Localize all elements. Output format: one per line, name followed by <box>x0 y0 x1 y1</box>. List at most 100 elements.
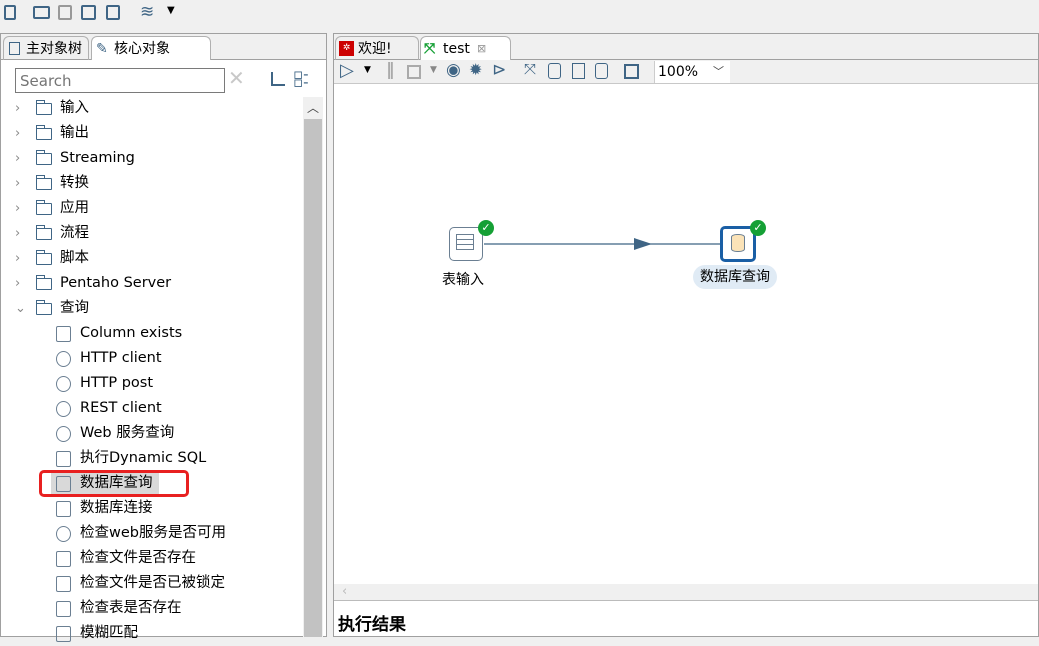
step-table-input[interactable] <box>449 227 483 261</box>
horizontal-scrollbar[interactable]: ‹ <box>334 584 1038 601</box>
chevron-right-icon[interactable]: › <box>15 146 25 171</box>
debug-icon[interactable]: ✹ <box>469 60 482 79</box>
chevron-down-icon[interactable]: ⌄ <box>15 296 26 321</box>
save-icon[interactable] <box>81 5 96 20</box>
stop-dropdown-icon[interactable]: ▼ <box>430 65 437 75</box>
chevron-right-icon[interactable]: › <box>15 196 25 221</box>
item-label: REST client <box>80 400 162 416</box>
tree-item[interactable]: 检查文件是否已被锁定 <box>1 571 301 596</box>
tree-item[interactable]: 检查文件是否存在 <box>1 546 301 571</box>
tree-item[interactable]: 模糊匹配 <box>1 621 301 646</box>
search-input[interactable] <box>15 68 225 93</box>
chevron-down-icon: ﹀ <box>713 65 724 78</box>
chevron-right-icon[interactable]: › <box>15 171 25 196</box>
explore-repository-icon[interactable] <box>58 5 72 20</box>
tab-core-objects[interactable]: ✎ 核心对象 <box>91 36 211 60</box>
folder-icon <box>35 100 52 115</box>
left-tabbar: 主对象树 ✎ 核心对象 <box>1 34 326 60</box>
item-label: Column exists <box>80 325 183 341</box>
item-label: HTTP client <box>80 350 162 366</box>
folder-icon <box>35 275 52 290</box>
tree-item[interactable]: REST client <box>1 396 301 421</box>
item-label: 模糊匹配 <box>80 625 138 641</box>
tab-label: 主对象树 <box>26 41 82 57</box>
clear-search-icon[interactable]: ✕ <box>228 66 245 90</box>
item-label: HTTP post <box>80 375 154 391</box>
verify-icon[interactable]: ⤧ <box>524 60 536 78</box>
folder-label: 转换 <box>60 175 89 191</box>
scrollbar-thumb[interactable] <box>304 119 322 637</box>
globe-check-icon <box>56 526 71 542</box>
run-icon[interactable]: ▷ <box>340 60 354 81</box>
tree-item[interactable]: 数据库连接 <box>1 496 301 521</box>
collapse-all-icon[interactable] <box>271 72 285 86</box>
get-sql-icon[interactable] <box>572 63 585 79</box>
tree-folder[interactable]: › 应用 <box>1 196 301 221</box>
tree-item[interactable]: HTTP client <box>1 346 301 371</box>
tree-item[interactable]: 检查web服务是否可用 <box>1 521 301 546</box>
tree-item[interactable]: Column exists <box>1 321 301 346</box>
vertical-scrollbar[interactable]: ︿ <box>303 97 323 637</box>
stop-icon[interactable] <box>407 65 421 79</box>
globe-icon <box>56 376 71 392</box>
tree-folder[interactable]: › 转换 <box>1 171 301 196</box>
tree-item[interactable]: 执行Dynamic SQL <box>1 446 301 471</box>
pause-icon[interactable]: ‖ <box>386 60 395 80</box>
database-search-icon <box>731 234 745 252</box>
transformation-icon: ⤧ <box>424 41 436 57</box>
chevron-right-icon[interactable]: › <box>15 121 25 146</box>
replay-icon[interactable]: ⊳ <box>492 60 506 80</box>
tree-item[interactable]: Web 服务查询 <box>1 421 301 446</box>
preview-icon[interactable]: ◉ <box>446 60 461 80</box>
tab-test[interactable]: ⤧ test ⊠ <box>420 36 511 60</box>
folder-label: 输入 <box>60 100 89 116</box>
globe-search-icon <box>56 426 71 442</box>
explore-db-icon[interactable] <box>595 63 608 79</box>
tree-folder[interactable]: ⌄ 查询 <box>1 296 301 321</box>
tab-label: 欢迎! <box>358 41 392 57</box>
item-label: 数据库连接 <box>80 500 153 516</box>
chevron-right-icon[interactable]: › <box>15 271 25 296</box>
align-icon[interactable] <box>624 64 639 79</box>
dynamic-sql-icon <box>56 451 71 467</box>
dropdown-arrow-icon[interactable]: ▼ <box>167 5 175 16</box>
expand-all-icon[interactable]: ▫- ▫- <box>293 67 309 90</box>
folder-icon <box>35 250 52 265</box>
folder-icon <box>35 225 52 240</box>
highlight-box <box>39 470 189 497</box>
layers-icon[interactable]: ≋ <box>140 2 154 22</box>
tree-folder[interactable]: › Streaming <box>1 146 301 171</box>
item-label: 检查web服务是否可用 <box>80 525 226 541</box>
tree-folder[interactable]: › Pentaho Server <box>1 271 301 296</box>
chevron-right-icon[interactable]: › <box>15 246 25 271</box>
tab-main-tree[interactable]: 主对象树 <box>3 36 89 60</box>
scroll-up-icon[interactable]: ︿ <box>307 99 319 116</box>
tab-label: test <box>443 41 470 57</box>
chevron-right-icon[interactable]: › <box>15 96 25 121</box>
close-tab-icon[interactable]: ⊠ <box>477 37 486 61</box>
pencil-icon: ✎ <box>96 41 108 57</box>
editor-toolbar: ▷ ▼ ‖ ▼ ◉ ✹ ⊳ ⤧ 100% ﹀ <box>334 60 1038 84</box>
save-as-icon[interactable] <box>106 5 120 20</box>
tree-folder[interactable]: › 脚本 <box>1 246 301 271</box>
tab-welcome[interactable]: ✲ 欢迎! <box>335 36 419 60</box>
run-dropdown-icon[interactable]: ▼ <box>364 65 371 75</box>
tree-folder[interactable]: › 输入 <box>1 96 301 121</box>
step-label: 表输入 <box>442 272 484 288</box>
hop-connector[interactable] <box>334 84 1038 584</box>
chevron-right-icon[interactable]: › <box>15 221 25 246</box>
tree-item[interactable]: HTTP post <box>1 371 301 396</box>
scroll-left-icon[interactable]: ‹ <box>342 584 347 599</box>
analyze-impact-icon[interactable] <box>548 63 561 79</box>
tree-folder[interactable]: › 流程 <box>1 221 301 246</box>
design-panel: 主对象树 ✎ 核心对象 ✕ ▫-▫- › 输入 › 输出 › Streaming › 转换 › 应… <box>0 33 327 642</box>
canvas[interactable]: ✓ 表输入 ✓ 数据库查询 <box>334 84 1038 584</box>
editor-tabbar: ✲ 欢迎! ⤧ test ⊠ <box>334 34 1038 60</box>
new-file-icon[interactable] <box>4 5 16 20</box>
open-folder-icon[interactable] <box>33 6 50 19</box>
globe-icon <box>56 401 71 417</box>
tree-item[interactable]: 检查表是否存在 <box>1 596 301 621</box>
folder-label: 输出 <box>60 125 89 141</box>
tree-folder[interactable]: › 输出 <box>1 121 301 146</box>
zoom-select[interactable]: 100% ﹀ <box>654 61 730 83</box>
